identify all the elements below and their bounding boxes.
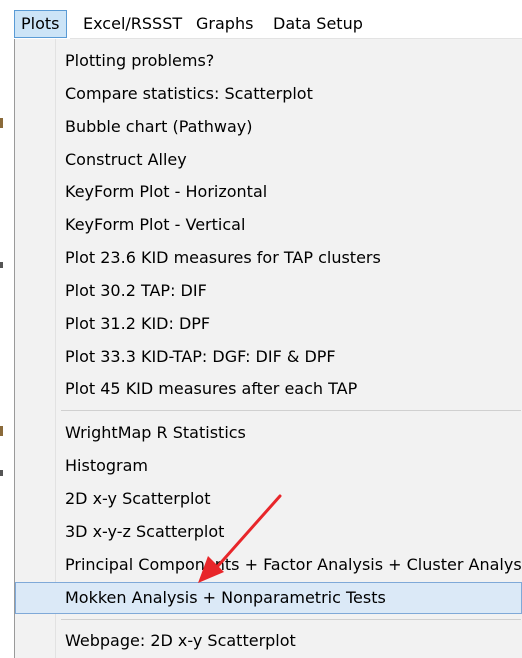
background-window-edge — [0, 118, 3, 128]
menu-item-label: Plot 33.3 KID-TAP: DGF: DIF & DPF — [65, 347, 336, 366]
menu-item-wrightmap-r-statistics[interactable]: WrightMap R Statistics — [15, 417, 522, 449]
menu-item-2d-scatterplot[interactable]: 2D x-y Scatterplot — [15, 483, 522, 515]
menu-bar: Plots Excel/RSSST Graphs Data Setup — [0, 0, 522, 42]
menu-graphs[interactable]: Graphs — [190, 10, 259, 38]
menu-data-setup[interactable]: Data Setup — [267, 10, 369, 38]
menu-item-label: Plot 45 KID measures after each TAP — [65, 379, 358, 398]
menu-item-plot-30-2[interactable]: Plot 30.2 TAP: DIF — [15, 275, 522, 307]
menu-separator — [61, 619, 521, 620]
menu-item-label: Principal Components + Factor Analysis +… — [65, 555, 522, 574]
menu-item-label: Plotting problems? — [65, 51, 215, 70]
menu-item-label: 3D x-y-z Scatterplot — [65, 522, 225, 541]
background-window-edge — [0, 470, 3, 476]
menu-item-label: Plot 30.2 TAP: DIF — [65, 281, 207, 300]
background-window-edge — [0, 262, 3, 268]
menu-item-label: Mokken Analysis + Nonparametric Tests — [65, 588, 386, 607]
background-window-edge — [0, 426, 3, 436]
menu-item-plotting-problems[interactable]: Plotting problems? — [15, 45, 522, 77]
menu-item-compare-statistics-scatterplot[interactable]: Compare statistics: Scatterplot — [15, 78, 522, 110]
menu-excel-rssst[interactable]: Excel/RSSST — [77, 10, 188, 38]
menu-item-principal-components[interactable]: Principal Components + Factor Analysis +… — [15, 549, 522, 581]
menu-item-label: WrightMap R Statistics — [65, 423, 246, 442]
menu-item-label: Plot 31.2 KID: DPF — [65, 314, 211, 333]
menu-item-3d-scatterplot[interactable]: 3D x-y-z Scatterplot — [15, 516, 522, 548]
menu-item-label: Histogram — [65, 456, 148, 475]
menu-item-label: Bubble chart (Pathway) — [65, 117, 253, 136]
menu-item-construct-alley[interactable]: Construct Alley — [15, 144, 522, 176]
menu-plots[interactable]: Plots — [14, 10, 67, 38]
menu-item-plot-33-3[interactable]: Plot 33.3 KID-TAP: DGF: DIF & DPF — [15, 341, 522, 373]
menu-item-label: Plot 23.6 KID measures for TAP clusters — [65, 248, 381, 267]
menu-item-bubble-chart[interactable]: Bubble chart (Pathway) — [15, 111, 522, 143]
menu-item-keyform-horizontal[interactable]: KeyForm Plot - Horizontal — [15, 176, 522, 208]
menu-item-plot-45[interactable]: Plot 45 KID measures after each TAP — [15, 373, 522, 405]
menu-item-label: 2D x-y Scatterplot — [65, 489, 211, 508]
plots-dropdown-menu: Plotting problems? Compare statistics: S… — [14, 39, 522, 658]
menu-item-mokken-analysis[interactable]: Mokken Analysis + Nonparametric Tests — [15, 582, 522, 614]
menu-item-label: KeyForm Plot - Vertical — [65, 215, 246, 234]
menu-item-plot-23-6[interactable]: Plot 23.6 KID measures for TAP clusters — [15, 242, 522, 274]
menu-item-label: Webpage: 2D x-y Scatterplot — [65, 631, 296, 650]
menu-item-label: KeyForm Plot - Horizontal — [65, 182, 268, 201]
menu-item-keyform-vertical[interactable]: KeyForm Plot - Vertical — [15, 209, 522, 241]
menu-item-plot-31-2[interactable]: Plot 31.2 KID: DPF — [15, 308, 522, 340]
screenshot: Plots Excel/RSSST Graphs Data Setup Plot… — [0, 0, 522, 658]
menu-item-webpage-2d-scatterplot[interactable]: Webpage: 2D x-y Scatterplot — [15, 625, 522, 657]
menu-item-label: Construct Alley — [65, 150, 187, 169]
menu-separator — [61, 410, 521, 411]
menu-item-label: Compare statistics: Scatterplot — [65, 84, 313, 103]
menu-item-histogram[interactable]: Histogram — [15, 450, 522, 482]
